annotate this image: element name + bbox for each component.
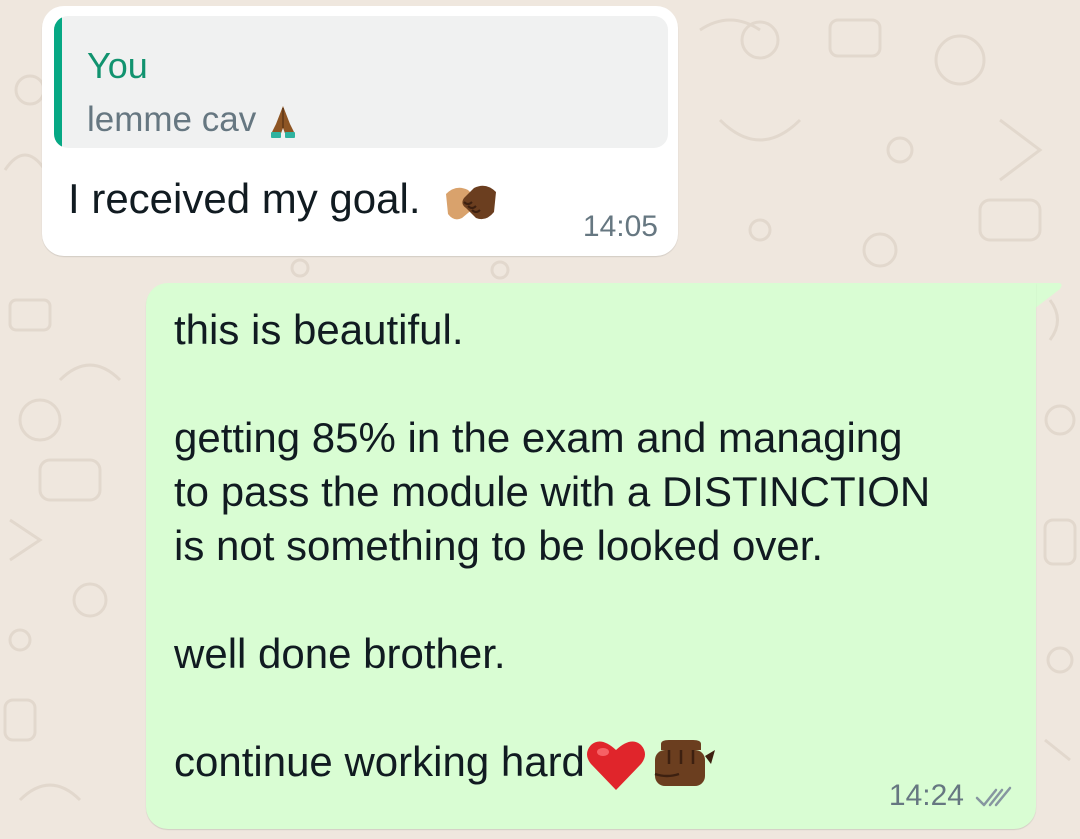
message-line: getting 85% in the exam and managing bbox=[174, 414, 903, 461]
incoming-message-text: I received my goal. bbox=[68, 175, 421, 223]
outgoing-message-text: this is beautiful. getting 85% in the ex… bbox=[174, 303, 1014, 794]
message-line: well done brother. bbox=[174, 630, 506, 677]
incoming-message-text-row: I received my goal. bbox=[68, 176, 500, 228]
quote-accent-bar bbox=[54, 16, 62, 148]
outgoing-message-bubble[interactable]: this is beautiful. getting 85% in the ex… bbox=[146, 283, 1036, 829]
quote-text: lemme cav bbox=[87, 100, 257, 139]
message-line: this is beautiful. bbox=[174, 306, 464, 353]
outgoing-bubble-tail bbox=[1034, 283, 1062, 309]
message-line: to pass the module with a DISTINCTION bbox=[174, 468, 931, 515]
fist-bump-emoji bbox=[654, 739, 715, 786]
message-line: is not something to be looked over. bbox=[174, 522, 824, 569]
outgoing-message-meta: 14:24 bbox=[889, 779, 1014, 813]
read-receipt-ticks-icon bbox=[975, 786, 1012, 807]
incoming-message-bubble[interactable]: You lemme cav I received my goal. 14:05 bbox=[42, 6, 678, 256]
outgoing-message-time: 14:24 bbox=[888, 779, 964, 812]
quote-text-row: lemme cav bbox=[87, 100, 300, 142]
quote-author: You bbox=[87, 45, 148, 86]
folded-hands-emoji bbox=[270, 105, 295, 138]
incoming-message-time: 14:05 bbox=[582, 210, 658, 243]
handshake-emoji bbox=[446, 185, 497, 220]
message-line: continue working hard bbox=[174, 738, 585, 785]
quoted-message[interactable]: You lemme cav bbox=[54, 16, 668, 148]
red-heart-emoji bbox=[586, 741, 645, 790]
